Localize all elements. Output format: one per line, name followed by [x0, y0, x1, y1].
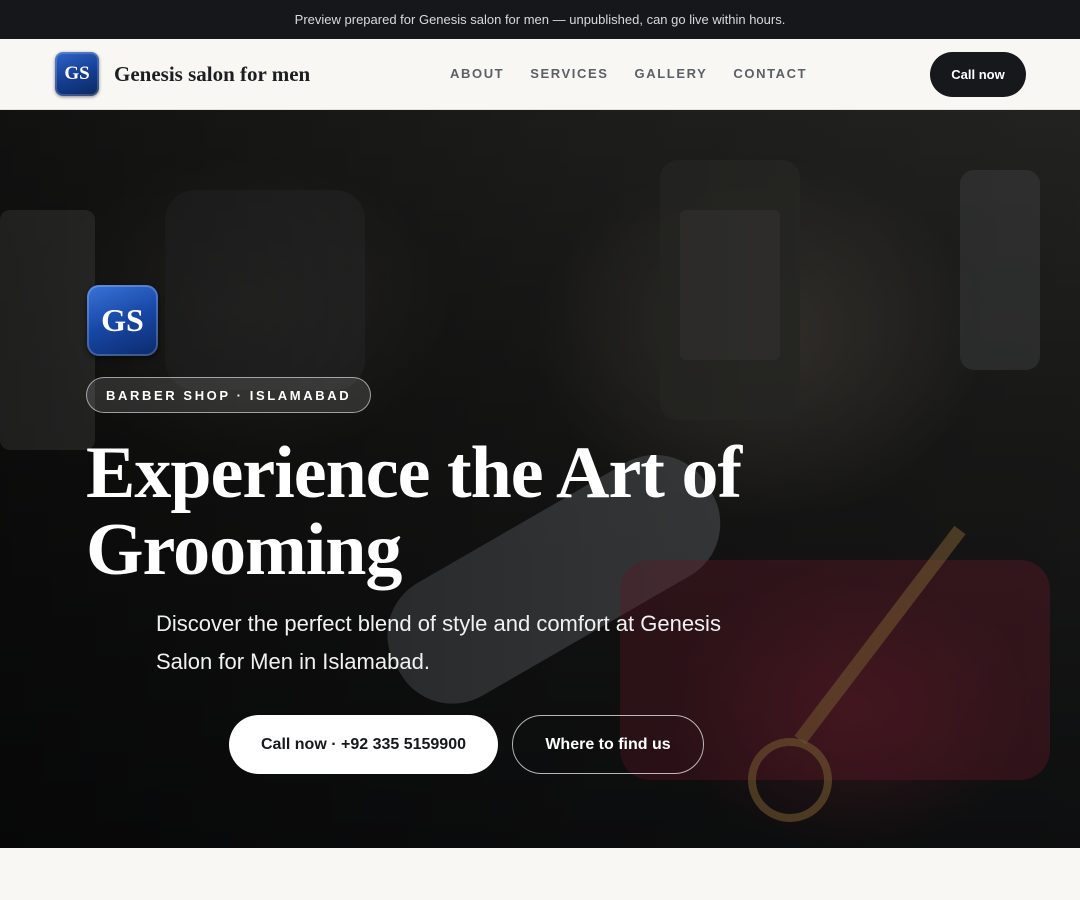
nav-link-contact[interactable]: CONTACT	[733, 66, 807, 81]
hero-logo-icon: GS	[87, 285, 158, 356]
main-nav: ABOUT SERVICES GALLERY CONTACT	[450, 66, 807, 81]
brand-logo-icon: GS	[55, 52, 99, 96]
call-phone-button[interactable]: Call now · +92 335 5159900	[229, 715, 498, 774]
hero-tag: BARBER SHOP · ISLAMABAD	[86, 377, 372, 413]
call-now-button[interactable]: Call now	[930, 52, 1026, 97]
hero-headline: Experience the Art of Grooming	[86, 432, 742, 591]
preview-banner-text: Preview prepared for Genesis salon for m…	[294, 12, 786, 27]
find-us-button[interactable]: Where to find us	[512, 715, 704, 774]
brand-name: Genesis salon for men	[114, 61, 311, 86]
brand[interactable]: GS Genesis salon for men	[55, 52, 310, 96]
preview-banner: Preview prepared for Genesis salon for m…	[0, 0, 1080, 39]
hero-subtitle: Discover the perfect blend of style and …	[156, 611, 721, 674]
nav-link-gallery[interactable]: GALLERY	[635, 66, 708, 81]
site-header: GS Genesis salon for men ABOUT SERVICES …	[0, 39, 1080, 110]
hero-section: GS BARBER SHOP · ISLAMABAD Experience th…	[0, 110, 1080, 848]
nav-link-services[interactable]: SERVICES	[530, 66, 608, 81]
nav-link-about[interactable]: ABOUT	[450, 66, 504, 81]
